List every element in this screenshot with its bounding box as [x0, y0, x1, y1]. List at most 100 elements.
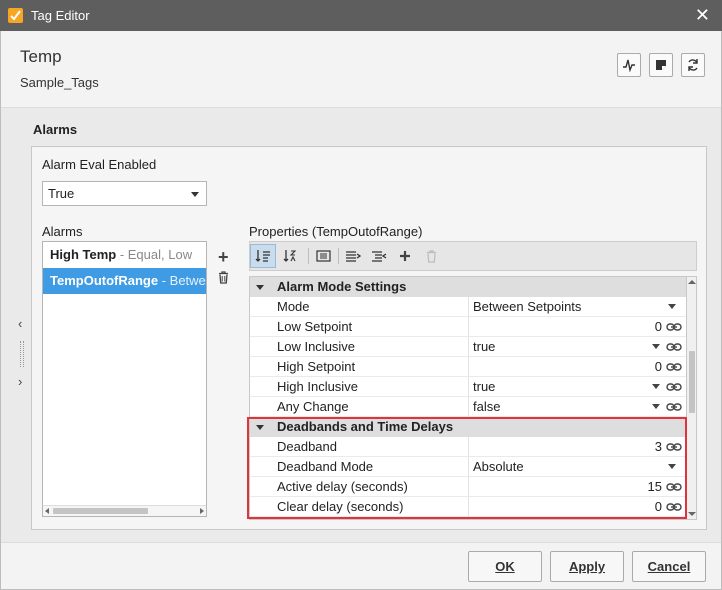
property-name: Active delay (seconds)	[250, 477, 469, 496]
scroll-thumb[interactable]	[689, 351, 695, 413]
property-value: true	[473, 379, 496, 394]
property-row-deadband[interactable]: Deadband 3	[250, 437, 686, 457]
any-change-select[interactable]: false	[469, 397, 686, 416]
link-icon[interactable]	[666, 382, 682, 392]
property-row-active-delay[interactable]: Active delay (seconds) 15	[250, 477, 686, 497]
alarm-eval-select[interactable]: True	[42, 181, 207, 206]
property-row-mode[interactable]: Mode Between Setpoints	[250, 297, 686, 317]
link-icon[interactable]	[666, 402, 682, 412]
note-icon	[656, 60, 666, 70]
trash-icon	[426, 249, 436, 263]
sort-az-icon	[283, 250, 297, 262]
alarms-list-label: Alarms	[42, 224, 83, 239]
property-pages-button[interactable]	[310, 244, 336, 268]
category-alarm-mode-settings[interactable]: Alarm Mode Settings	[250, 277, 686, 297]
property-value: 0	[654, 499, 662, 514]
category-deadbands-and-time-delays[interactable]: Deadbands and Time Delays	[250, 417, 686, 437]
chevron-down-icon	[191, 192, 199, 197]
link-icon[interactable]	[666, 362, 682, 372]
chevron-down-icon[interactable]	[668, 464, 676, 469]
alarm-desc: - Betwee	[161, 273, 206, 288]
tag-name: Temp	[20, 47, 62, 66]
low-setpoint-field[interactable]: 0	[469, 317, 686, 336]
header: Temp Sample_Tags	[1, 31, 721, 107]
property-name: High Setpoint	[250, 357, 469, 376]
property-name: Deadband Mode	[250, 457, 469, 476]
apply-button[interactable]: Apply	[550, 551, 624, 582]
collapse-icon[interactable]	[256, 425, 264, 430]
expand-right-icon[interactable]: ›	[18, 374, 22, 389]
horizontal-scrollbar[interactable]	[43, 505, 206, 516]
deadband-mode-select[interactable]: Absolute	[469, 457, 686, 476]
section-title: Alarms	[33, 122, 78, 137]
scroll-up-icon[interactable]	[688, 280, 696, 284]
app-logo-icon	[8, 8, 23, 23]
collapse-all-button[interactable]	[366, 244, 392, 268]
alarm-desc: - Equal, Low	[116, 247, 193, 262]
link-icon[interactable]	[666, 322, 682, 332]
properties-label: Properties (TempOutofRange)	[249, 224, 423, 239]
sort-alphabetical-button[interactable]	[278, 244, 304, 268]
add-property-button[interactable]	[392, 244, 418, 268]
remove-property-button[interactable]	[418, 244, 444, 268]
sort-categorized-button[interactable]	[250, 244, 276, 268]
property-name: Clear delay (seconds)	[250, 497, 469, 516]
ok-button[interactable]: OK	[468, 551, 542, 582]
notes-button[interactable]	[649, 53, 673, 77]
alarm-item-tempoutofrange[interactable]: TempOutofRange - Betwee	[43, 268, 206, 294]
link-icon[interactable]	[666, 442, 682, 452]
link-icon[interactable]	[666, 342, 682, 352]
property-value: false	[473, 399, 501, 414]
title-bar: Tag Editor ✕	[0, 0, 722, 31]
collapse-left-icon[interactable]: ‹	[18, 316, 22, 331]
property-row-low-inclusive[interactable]: Low Inclusive true	[250, 337, 686, 357]
refresh-icon	[688, 59, 698, 71]
chevron-down-icon[interactable]	[652, 384, 660, 389]
high-setpoint-field[interactable]: 0	[469, 357, 686, 376]
property-value: true	[473, 339, 496, 354]
cancel-button[interactable]: Cancel	[632, 551, 706, 582]
low-inclusive-select[interactable]: true	[469, 337, 686, 356]
scroll-down-icon[interactable]	[688, 512, 696, 516]
high-inclusive-select[interactable]: true	[469, 377, 686, 396]
property-name: Mode	[250, 297, 469, 316]
expand-all-button[interactable]	[340, 244, 366, 268]
property-row-any-change[interactable]: Any Change false	[250, 397, 686, 417]
property-row-high-setpoint[interactable]: High Setpoint 0	[250, 357, 686, 377]
property-row-deadband-mode[interactable]: Deadband Mode Absolute	[250, 457, 686, 477]
property-row-clear-delay[interactable]: Clear delay (seconds) 0	[250, 497, 686, 517]
scroll-thumb[interactable]	[53, 508, 148, 514]
alarms-panel: Alarm Eval Enabled True Alarms High Temp…	[31, 146, 707, 530]
tag-provider: Sample_Tags	[20, 75, 99, 90]
alarm-eval-label: Alarm Eval Enabled	[42, 157, 157, 172]
property-row-high-inclusive[interactable]: High Inclusive true	[250, 377, 686, 397]
link-icon[interactable]	[666, 502, 682, 512]
toolbar-divider	[308, 248, 309, 264]
mode-select[interactable]: Between Setpoints	[469, 297, 686, 316]
property-name: Any Change	[250, 397, 469, 416]
property-row-low-setpoint[interactable]: Low Setpoint 0	[250, 317, 686, 337]
refresh-button[interactable]	[681, 53, 705, 77]
delete-alarm-button[interactable]	[218, 271, 229, 287]
diagnostics-button[interactable]	[617, 53, 641, 77]
property-name: Deadband	[250, 437, 469, 456]
clear-delay-field[interactable]: 0	[469, 497, 686, 516]
window-title: Tag Editor	[31, 8, 90, 23]
link-icon[interactable]	[666, 482, 682, 492]
chevron-down-icon[interactable]	[652, 404, 660, 409]
property-value: Between Setpoints	[473, 299, 582, 314]
chevron-down-icon[interactable]	[668, 304, 676, 309]
alarm-item-high-temp[interactable]: High Temp - Equal, Low	[43, 242, 206, 268]
vertical-scrollbar[interactable]	[687, 276, 697, 520]
deadband-field[interactable]: 3	[469, 437, 686, 456]
footer: OK Apply Cancel	[1, 542, 721, 589]
collapse-icon[interactable]	[256, 285, 264, 290]
scroll-left-icon[interactable]	[45, 508, 49, 514]
scroll-right-icon[interactable]	[200, 508, 204, 514]
splitter-grip[interactable]	[20, 341, 24, 367]
property-value: Absolute	[473, 459, 524, 474]
chevron-down-icon[interactable]	[652, 344, 660, 349]
add-alarm-button[interactable]: +	[218, 247, 229, 268]
close-icon[interactable]: ✕	[695, 5, 710, 25]
active-delay-field[interactable]: 15	[469, 477, 686, 496]
